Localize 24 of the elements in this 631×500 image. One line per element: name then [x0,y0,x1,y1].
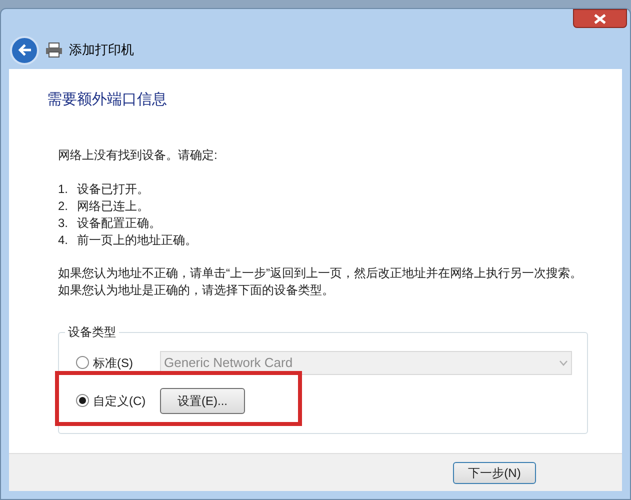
radio-label: 自定义(C) [93,392,146,410]
close-button[interactable] [573,9,627,28]
list-item-text: 前一页上的地址正确。 [77,232,197,248]
intro-text: 网络上没有找到设备。请确定: [58,146,218,164]
page-heading: 需要额外端口信息 [47,90,168,110]
group-legend: 设备类型 [65,324,119,340]
printer-icon [45,42,63,58]
list-number: 2. [58,198,70,214]
back-arrow-icon [18,44,32,56]
list-number: 4. [58,232,70,248]
settings-button[interactable]: 设置(E)... [160,388,245,414]
list-item-text: 设备配置正确。 [77,214,161,230]
close-icon [594,14,606,24]
list-item-text: 设备已打开。 [77,180,149,196]
window-title: 添加打印机 [69,41,134,60]
next-button[interactable]: 下一步(N) [453,462,536,484]
chevron-down-icon [559,360,568,366]
back-button[interactable] [10,36,39,64]
advice-text: 如果您认为地址不正确，请单击“上一步”返回到上一页，然后改正地址并在网络上执行另一次搜索。如果您认为地址是正确的，请选择下面的设备类型。 [58,264,583,298]
list-number: 1. [58,180,70,196]
radio-label: 标准(S) [93,354,133,372]
list-item-text: 网络已连上。 [77,198,149,214]
list-number: 3. [58,214,70,230]
radio-button[interactable] [76,394,89,407]
